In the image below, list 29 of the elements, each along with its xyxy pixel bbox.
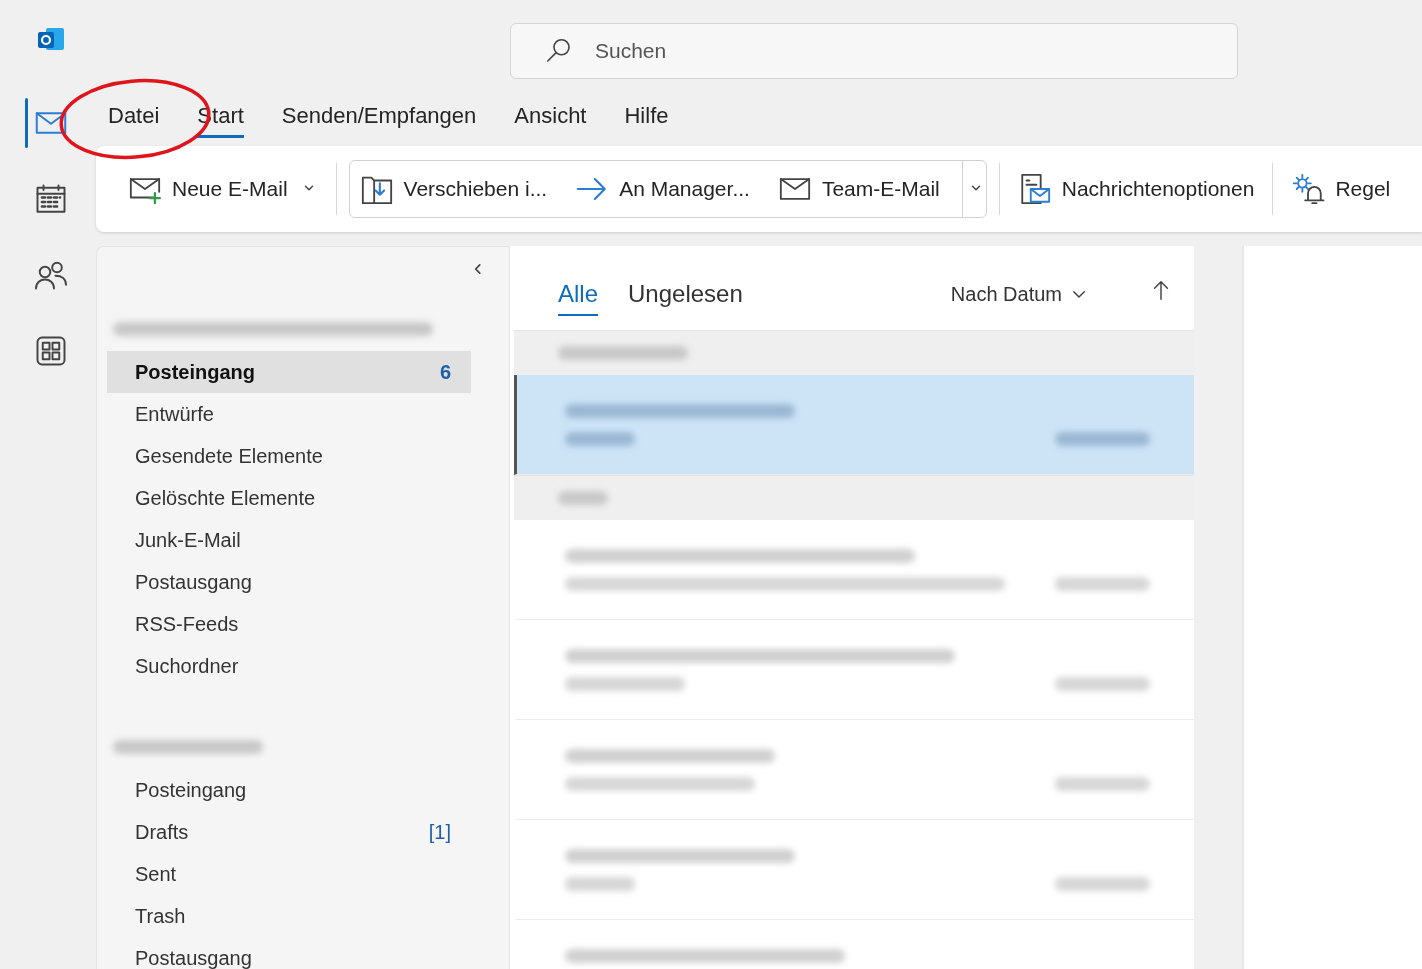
folder-item[interactable]: Sent	[107, 853, 471, 895]
menu-tab[interactable]: Senden/Empfangen	[281, 96, 477, 138]
menu-tab[interactable]: Hilfe	[624, 96, 669, 138]
folder-item[interactable]: Posteingang	[107, 769, 471, 811]
filter-tab[interactable]: Alle	[558, 272, 599, 316]
filter-tab[interactable]: Ungelesen	[628, 272, 743, 316]
new-email-button[interactable]: Neue E-Mail	[122, 172, 294, 206]
ribbon-button[interactable]: Regel	[1285, 172, 1397, 206]
quick-step-button[interactable]: Verschieben i...	[353, 172, 562, 206]
ribbon-button[interactable]: Nachrichtenoptionen	[1011, 172, 1261, 206]
folder-item[interactable]: Gesendete Elemente	[107, 435, 471, 477]
folder-item[interactable]: Trash	[107, 895, 471, 937]
sort-button[interactable]: Nach Datum	[944, 281, 1094, 307]
blurred-group-header	[558, 491, 608, 505]
folder-item[interactable]: Postausgang	[107, 937, 471, 969]
quick-step-button[interactable]: Team-E-Mail	[771, 172, 954, 206]
menu-tab[interactable]: Ansicht	[514, 96, 587, 138]
folder-item[interactable]: Gelöschte Elemente	[107, 477, 471, 519]
folder-item[interactable]: Junk-E-Mail	[107, 519, 471, 561]
folder-item[interactable]: Entwürfe	[107, 393, 471, 435]
gear-bell-icon	[1291, 172, 1326, 206]
folder-item[interactable]: Suchordner	[107, 645, 471, 687]
folder-item[interactable]: Posteingang 6	[107, 351, 471, 393]
folder-item[interactable]: Drafts [1]	[107, 811, 471, 853]
search-field[interactable]: Suchen	[510, 23, 1238, 79]
folder-item[interactable]: RSS-Feeds	[107, 603, 471, 645]
menu-tab[interactable]: Datei	[108, 96, 160, 138]
folder-item[interactable]: Postausgang	[107, 561, 471, 603]
quick-step-button[interactable]: An Manager...	[569, 172, 764, 206]
